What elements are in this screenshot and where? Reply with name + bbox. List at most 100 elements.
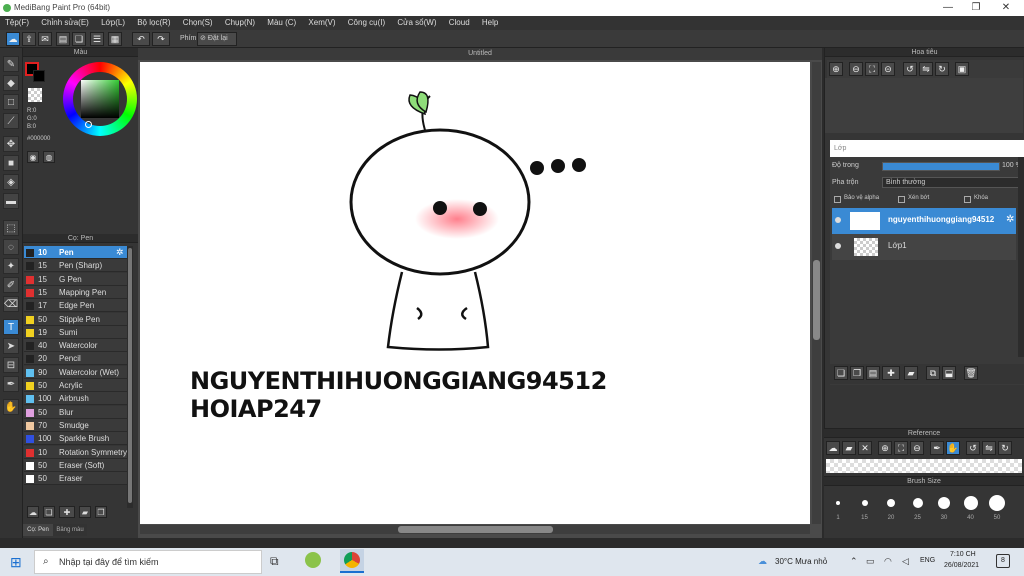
- opacity-slider[interactable]: [882, 162, 1000, 171]
- wifi-icon[interactable]: ◠: [884, 556, 892, 567]
- brush-item[interactable]: 10 Rotation Symmetry: [24, 445, 127, 459]
- brush-size-dot[interactable]: [963, 496, 978, 510]
- brush-item[interactable]: 19 Sumi: [24, 325, 127, 339]
- ref-rotate-right-icon[interactable]: ↻: [998, 441, 1012, 455]
- windows-start-icon[interactable]: ⊞: [10, 554, 22, 571]
- menu-color[interactable]: Màu (C): [262, 16, 301, 27]
- ref-fit-icon[interactable]: ⛶: [894, 441, 908, 455]
- lock-checkbox[interactable]: [964, 196, 971, 203]
- comment-icon[interactable]: ✉: [38, 32, 52, 46]
- tray-chevron-icon[interactable]: ⌃: [850, 556, 858, 567]
- select-tool-icon[interactable]: ⬚: [3, 220, 19, 236]
- color-add-icon[interactable]: ◍: [43, 151, 55, 163]
- brush-scrollbar[interactable]: [127, 246, 133, 508]
- close-button[interactable]: ✕: [996, 2, 1016, 13]
- rotate-right-icon[interactable]: ↻: [935, 62, 949, 76]
- merge-layer-icon[interactable]: ⬓: [942, 366, 956, 380]
- language-indicator[interactable]: ENG: [920, 557, 935, 564]
- eyedropper-icon[interactable]: ✒: [3, 376, 19, 392]
- menu-edit[interactable]: Chỉnh sửa(E): [36, 16, 94, 27]
- ref-rotate-left-icon[interactable]: ↺: [966, 441, 980, 455]
- ref-eyedropper-icon[interactable]: ✒: [930, 441, 944, 455]
- brush-size-dot[interactable]: [938, 497, 950, 509]
- zoom-out-icon[interactable]: ⊖: [849, 62, 863, 76]
- network-icon[interactable]: ▭: [866, 556, 875, 567]
- new-layer-icon[interactable]: ❏: [834, 366, 848, 380]
- protect-alpha-checkbox[interactable]: [834, 196, 841, 203]
- bucket-tool-icon[interactable]: ◈: [3, 174, 19, 190]
- notification-icon[interactable]: 8: [996, 554, 1010, 568]
- list-icon[interactable]: ☰: [90, 32, 104, 46]
- menu-tools[interactable]: Công cụ(I): [343, 16, 390, 27]
- redo-icon[interactable]: ↷: [152, 32, 170, 46]
- move-tool-icon[interactable]: ✥: [3, 136, 19, 152]
- brush-item[interactable]: 70 Smudge: [24, 418, 127, 432]
- brush-size-dot[interactable]: [887, 499, 895, 507]
- vertical-scroll-thumb[interactable]: [813, 260, 820, 340]
- menu-help[interactable]: Help: [477, 16, 503, 27]
- brush-folder-icon[interactable]: ▰: [79, 506, 91, 518]
- text-tool-icon[interactable]: T: [3, 319, 19, 335]
- menu-snap[interactable]: Chụp(N): [220, 16, 260, 27]
- volume-icon[interactable]: ◁: [902, 556, 909, 567]
- hand-tool-icon[interactable]: ✋: [3, 399, 19, 415]
- menu-window[interactable]: Cửa sổ(W): [392, 16, 441, 27]
- brush-cloud-icon[interactable]: ☁: [27, 506, 39, 518]
- ref-hand-icon[interactable]: ✋: [946, 441, 960, 455]
- brush-size-dot[interactable]: [836, 501, 840, 505]
- layer-folder-icon[interactable]: ▰: [904, 366, 918, 380]
- layer-settings-icon[interactable]: ✲: [1006, 214, 1014, 225]
- flip-icon[interactable]: ⇋: [919, 62, 933, 76]
- menu-view[interactable]: Xem(V): [303, 16, 340, 27]
- add-layer-icon[interactable]: ✚: [882, 366, 900, 380]
- page-icon[interactable]: ▤: [56, 32, 70, 46]
- brush-copy-icon[interactable]: ❐: [95, 506, 107, 518]
- brush-size-dot[interactable]: [912, 498, 923, 508]
- brush-item[interactable]: 90 Watercolor (Wet): [24, 365, 127, 379]
- hue-wheel[interactable]: [63, 62, 137, 136]
- select-pen-icon[interactable]: ✐: [3, 277, 19, 293]
- weather-text[interactable]: 30°C Mưa nhỏ: [775, 557, 827, 566]
- duplicate-layer-icon[interactable]: ⧉: [926, 366, 940, 380]
- share-icon[interactable]: ⇪: [22, 32, 36, 46]
- visibility-eye-icon[interactable]: [835, 217, 841, 223]
- horizontal-scroll-thumb[interactable]: [398, 526, 553, 533]
- background-swatch[interactable]: [33, 70, 45, 82]
- blend-select[interactable]: Bình thường: [882, 177, 1020, 188]
- navigator-preview[interactable]: [825, 78, 1023, 133]
- clock-date[interactable]: 26/08/2021: [944, 562, 979, 569]
- brush-tool-icon[interactable]: ✎: [3, 56, 19, 72]
- brush-item[interactable]: 50 Acrylic: [24, 379, 127, 392]
- menu-layer[interactable]: Lớp(L): [96, 16, 130, 27]
- tab-brush[interactable]: Cọ: Pen: [23, 524, 53, 536]
- copy-icon[interactable]: ❏: [72, 32, 86, 46]
- add-brush-icon[interactable]: ✚: [59, 506, 75, 518]
- divide-tool-icon[interactable]: ⊟: [3, 357, 19, 373]
- new-layer-8bit-icon[interactable]: ❐: [850, 366, 864, 380]
- minimize-button[interactable]: —: [938, 2, 958, 13]
- zoom-reset-icon[interactable]: ⊝: [881, 62, 895, 76]
- ref-zoom-in-icon[interactable]: ⊕: [878, 441, 892, 455]
- brush-item[interactable]: 20 Pencil: [24, 352, 127, 366]
- operation-tool-icon[interactable]: ➤: [3, 338, 19, 354]
- canvas-text-line1[interactable]: NGUYENTHIHUONGGIANG94512: [190, 367, 607, 395]
- palette-icon[interactable]: ◉: [27, 151, 39, 163]
- menu-file[interactable]: Tệp(F): [0, 16, 34, 27]
- ref-flip-icon[interactable]: ⇋: [982, 441, 996, 455]
- task-view-icon[interactable]: ⧉: [270, 554, 279, 569]
- lasso-tool-icon[interactable]: ◌: [3, 239, 19, 255]
- fit-icon[interactable]: ⛶: [865, 62, 879, 76]
- brush-item[interactable]: 15 Mapping Pen: [24, 285, 127, 299]
- layer-row-text[interactable]: nguyenthihuonggiang94512 ✲: [832, 208, 1016, 234]
- ref-open-icon[interactable]: ▰: [842, 441, 856, 455]
- brush-item[interactable]: 10 Pen ✲: [24, 246, 127, 259]
- brush-settings-icon[interactable]: ✲: [116, 247, 124, 258]
- brush-item[interactable]: 100 Airbrush: [24, 392, 127, 406]
- nav-lock-icon[interactable]: ▣: [955, 62, 969, 76]
- menu-filter[interactable]: Bộ lọc(R): [132, 16, 175, 27]
- ref-close-icon[interactable]: ✕: [858, 441, 872, 455]
- grid-icon[interactable]: ▦: [108, 32, 122, 46]
- brush-item[interactable]: 50 Eraser (Soft): [24, 458, 127, 472]
- menu-cloud[interactable]: Cloud: [444, 16, 475, 27]
- brush-item[interactable]: 50 Eraser: [24, 472, 127, 486]
